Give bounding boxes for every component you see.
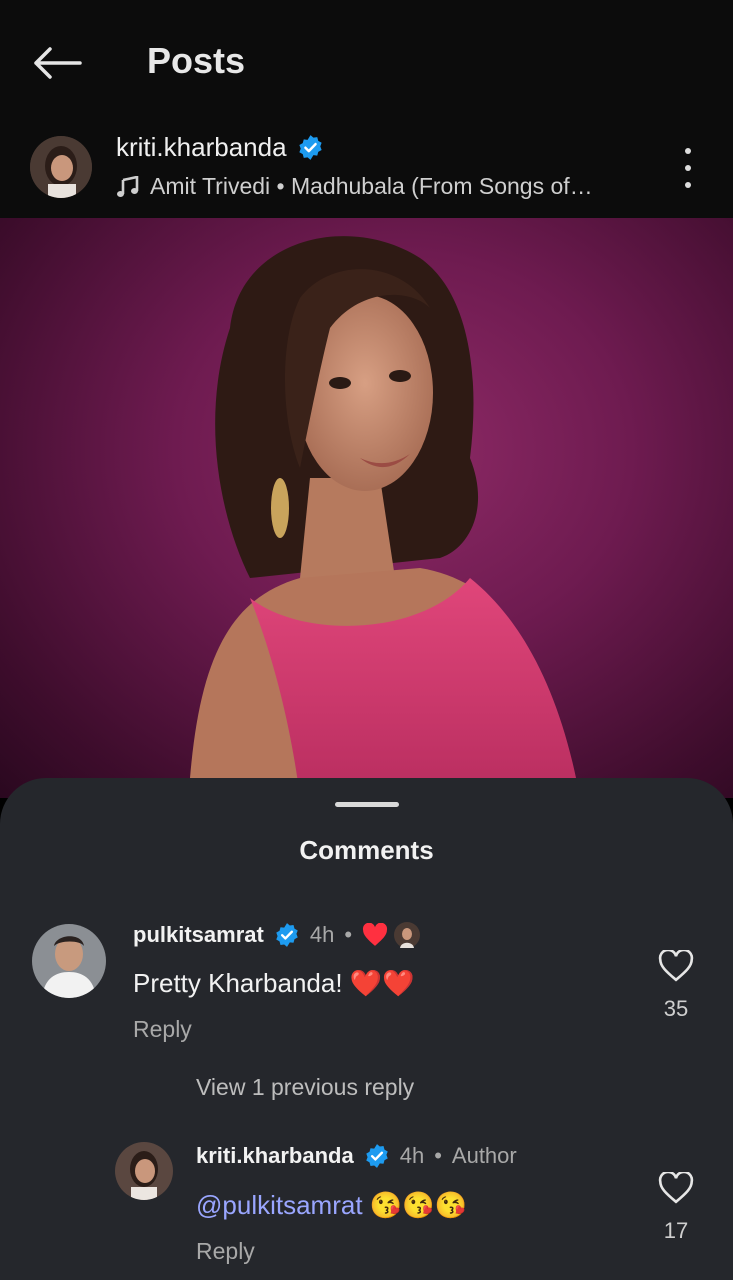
comment-username[interactable]: kriti.kharbanda: [196, 1143, 354, 1169]
comments-sheet: Comments pulkitsamrat 4h • Pretty Kharba…: [0, 778, 733, 1280]
comment-header: kriti.kharbanda 4h • Author: [196, 1143, 517, 1169]
music-note-icon: [117, 175, 139, 197]
comment-mention[interactable]: @pulkitsamrat: [196, 1190, 363, 1220]
meta-separator: •: [344, 922, 353, 947]
more-options-button[interactable]: [676, 148, 700, 188]
reply-button[interactable]: Reply: [133, 1016, 192, 1043]
heart-outline-icon[interactable]: [658, 950, 694, 982]
meta-separator: •: [434, 1143, 442, 1168]
avatar-image: [115, 1142, 173, 1200]
post-image[interactable]: [0, 218, 733, 798]
comment-time: 4h: [309, 922, 335, 947]
arrow-left-icon: [34, 47, 82, 79]
commenter-avatar[interactable]: [32, 924, 106, 998]
comments-title: Comments: [299, 835, 434, 865]
avatar-image: [32, 924, 106, 998]
page-title: Posts: [147, 40, 246, 81]
post-username[interactable]: kriti.kharbanda: [116, 132, 287, 163]
post-author-avatar[interactable]: [30, 136, 92, 198]
drag-handle[interactable]: [335, 802, 399, 807]
comment-text: Pretty Kharbanda! ❤️❤️: [133, 968, 415, 998]
comment-header: pulkitsamrat 4h •: [133, 922, 421, 948]
portrait-photo: [190, 236, 580, 798]
commenter-avatar[interactable]: [115, 1142, 173, 1200]
post-author[interactable]: kriti.kharbanda: [116, 132, 324, 163]
author-label: Author: [451, 1143, 517, 1168]
top-bar: Posts kriti.kharbanda Amit Trivedi • Mad…: [0, 0, 733, 218]
music-track-label: Amit Trivedi • Madhubala (From Songs of…: [150, 173, 593, 199]
author-liked-avatar: [394, 922, 421, 948]
heart-filled-icon: [362, 923, 388, 946]
view-previous-replies-button[interactable]: View 1 previous reply: [196, 1074, 414, 1101]
post-audio[interactable]: Amit Trivedi • Madhubala (From Songs of…: [116, 173, 593, 200]
like-count: 35: [663, 996, 689, 1021]
heart-outline-icon[interactable]: [658, 1172, 694, 1204]
like-count: 17: [663, 1218, 689, 1243]
verified-badge-icon: [365, 1144, 388, 1168]
comment-text-line: @pulkitsamrat 😘😘😘: [196, 1190, 467, 1221]
more-dot: [685, 182, 691, 188]
reply-button[interactable]: Reply: [196, 1238, 255, 1265]
comment-username[interactable]: pulkitsamrat: [133, 922, 264, 948]
back-button[interactable]: [30, 38, 84, 88]
comment-text: 😘😘😘: [362, 1190, 467, 1220]
verified-badge-icon: [298, 135, 322, 160]
comment-time: 4h: [399, 1143, 425, 1168]
verified-badge-icon: [276, 923, 298, 947]
more-dot: [685, 165, 691, 171]
more-vertical-icon: [685, 148, 691, 154]
avatar-image: [30, 136, 92, 198]
